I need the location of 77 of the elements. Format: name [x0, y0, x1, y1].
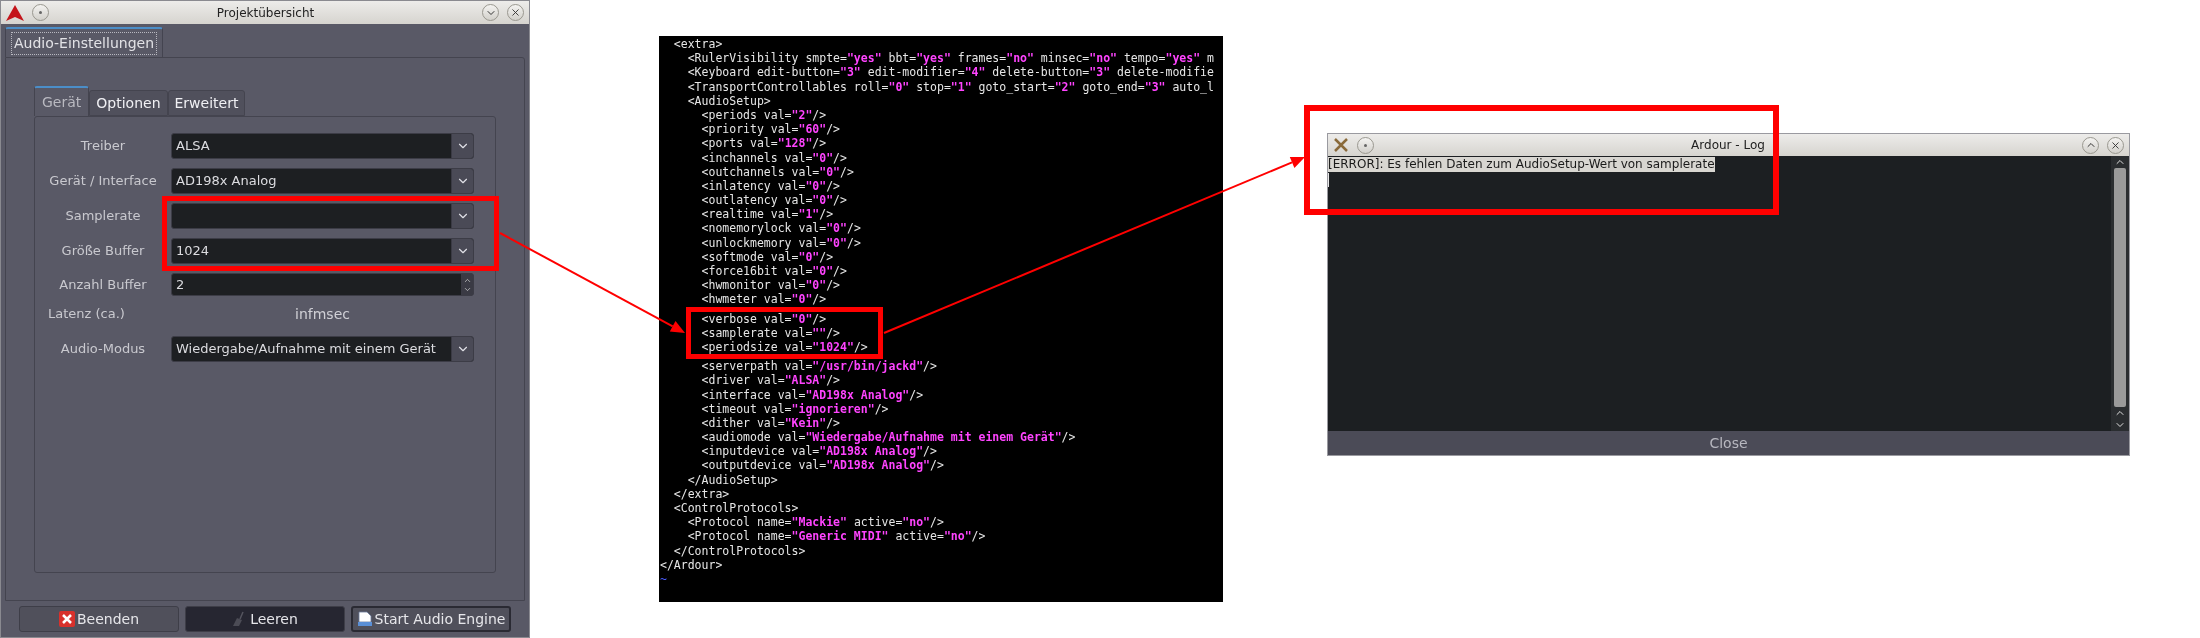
close-button[interactable]: Close — [1328, 431, 2129, 455]
dropdown[interactable]: AD198x Analog — [171, 168, 474, 194]
close-icon — [2110, 139, 2121, 151]
code-line: <ports val="128"/> — [700, 136, 827, 151]
code-line: <dither val="Kein"/> — [700, 415, 841, 431]
code-line: </Ardour> — [660, 557, 723, 572]
code-line: <RulerVisibility smpte="yes" bbt="yes" frames="no" minsec="no" tempo="yes" m — [686, 51, 1214, 66]
tab[interactable]: Erweitert — [167, 90, 246, 116]
code-line: <nomemorylock val="0"/> — [700, 221, 861, 236]
close-icon — [58, 611, 75, 627]
tab[interactable]: Optionen — [89, 90, 168, 116]
code-line: <outchannels val="0"/> — [700, 164, 854, 179]
code-line: <audiomode val="Wiedergabe/Aufnahme mit einem Gerät"/> — [700, 430, 1076, 445]
menu-button[interactable] — [32, 4, 49, 21]
window-title: Projektübersicht — [215, 4, 316, 22]
clear-button[interactable]: Leeren — [185, 606, 345, 632]
tools-icon — [1333, 137, 1349, 153]
code-line: <outlatency val="0"/> — [700, 193, 847, 208]
code-line: <inchannels val="0"/> — [700, 150, 847, 165]
code-line: <periodsize val="1024"/> — [700, 339, 868, 355]
empty-line-marker: ~ — [660, 571, 667, 587]
logo-icon — [6, 4, 24, 21]
code-line: <softmode val="0"/> — [700, 249, 834, 264]
field-label: Latenz (ca.) — [47, 305, 126, 324]
code-line: <hwmonitor val="0"/> — [700, 278, 841, 293]
tab[interactable]: Gerät — [34, 86, 90, 116]
code-line: <verbose val="0"/> — [700, 311, 827, 326]
code-line: <serverpath val="/usr/bin/jackd"/> — [700, 359, 937, 374]
code-line: <Protocol name="Mackie" active="no"/> — [686, 515, 944, 530]
field-label: Samplerate — [64, 207, 142, 226]
code-line: <Protocol name="Generic MIDI" active="no"/> — [686, 529, 986, 544]
dropdown[interactable]: ALSA — [171, 133, 474, 159]
quit-button[interactable]: Beenden — [19, 606, 179, 632]
code-line: <driver val="ALSA"/> — [700, 373, 841, 388]
code-line: <ControlProtocols> — [672, 501, 799, 516]
maximize-button[interactable] — [2082, 136, 2099, 154]
number-field[interactable]: 2 — [171, 273, 474, 296]
log-text-area[interactable]: [ERROR]: Es fehlen Daten zum AudioSetup-Wert von samplerate — [1328, 156, 2111, 431]
code-line: <outputdevice val="AD198x Analog"/> — [700, 458, 944, 473]
document-icon — [356, 611, 373, 627]
tab[interactable]: Audio-Einstellungen — [5, 27, 163, 57]
code-line: <inputdevice val="AD198x Analog"/> — [700, 444, 937, 459]
code-line: <hwmeter val="0"/> — [700, 292, 827, 307]
dropdown[interactable] — [171, 203, 474, 229]
code-line: <priority val="60"/> — [700, 122, 841, 137]
code-line: <TransportControllables roll="0" stop="1" goto_start="2" goto_end="3" auto_l — [686, 79, 1214, 94]
minimize-button[interactable] — [482, 4, 499, 21]
code-line: <samplerate val=""/> — [700, 325, 841, 340]
field-label: Treiber — [79, 137, 127, 156]
code-line: </AudioSetup> — [686, 472, 778, 487]
code-line: <AudioSetup> — [686, 93, 771, 108]
field-label: Audio-Modus — [59, 340, 147, 359]
code-line: <unlockmemory val="0"/> — [700, 235, 861, 250]
text-cursor — [1328, 173, 1329, 187]
latency-value: infmsec — [294, 304, 351, 324]
code-line: <realtime val="1"/> — [700, 207, 834, 222]
code-line: <Keyboard edit-button="3" edit-modifier="4" delete-button="3" delete-modifie — [686, 65, 1214, 80]
code-line: </extra> — [672, 486, 730, 501]
code-line: </ControlProtocols> — [672, 543, 806, 558]
menu-button[interactable] — [1357, 136, 1374, 154]
field-label: Gerät / Interface — [48, 172, 158, 191]
code-line: <timeout val="ignorieren"/> — [700, 401, 889, 416]
dropdown[interactable]: 1024 — [171, 238, 474, 264]
code-line: <periods val="2"/> — [701, 107, 827, 123]
close-button[interactable] — [2107, 136, 2124, 154]
close-button[interactable] — [507, 4, 524, 21]
code-line: <force16bit val="0"/> — [700, 264, 847, 279]
code-line: <extra> — [672, 37, 723, 52]
field-label: Größe Buffer — [60, 242, 146, 261]
scrollbar[interactable] — [2111, 156, 2129, 431]
code-line: <inlatency val="0"/> — [700, 178, 841, 194]
field-label: Anzahl Buffer — [58, 275, 148, 294]
close-icon — [510, 7, 521, 18]
window-title: Ardour - Log — [1690, 137, 1766, 154]
code-line: <interface val="AD198x Analog"/> — [700, 387, 924, 402]
start-button[interactable]: Start Audio Engine — [351, 606, 511, 632]
dropdown[interactable]: Wiedergabe/Aufnahme mit einem Gerät — [171, 336, 474, 362]
